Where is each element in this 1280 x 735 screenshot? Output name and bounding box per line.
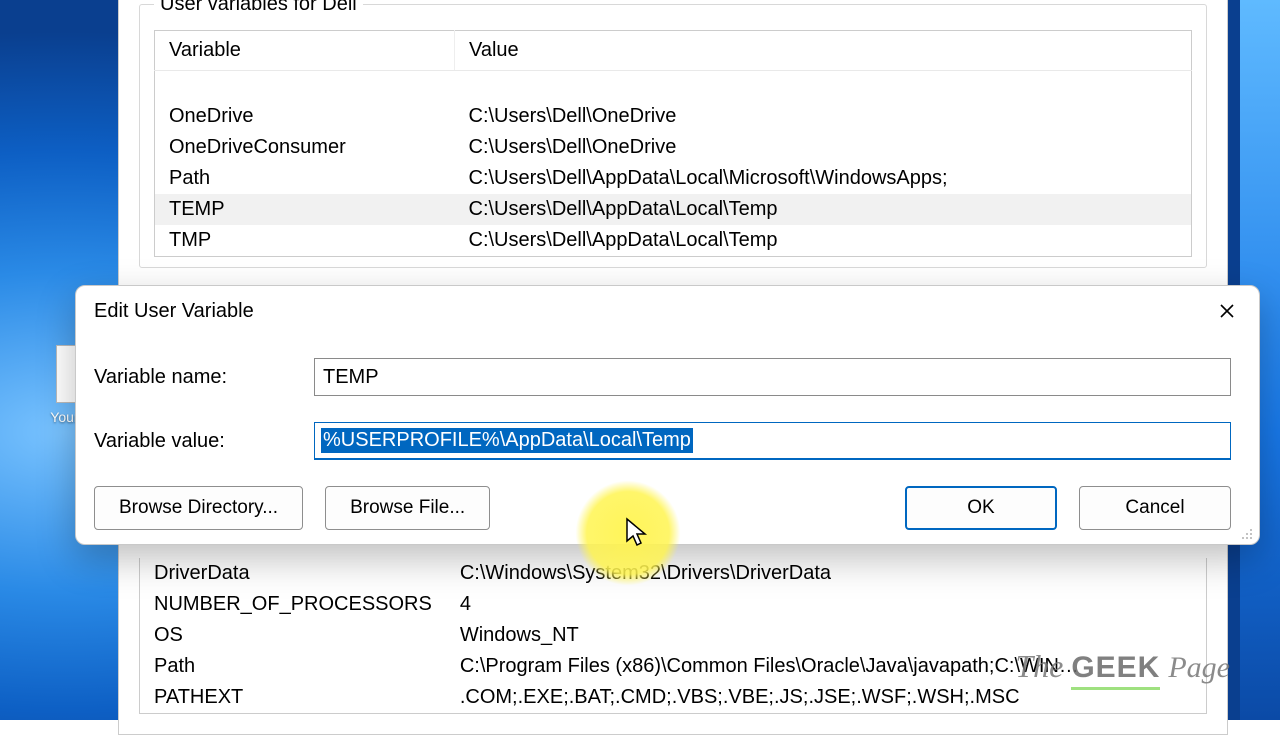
watermark-the: The — [1015, 648, 1063, 685]
table-row[interactable]: PathC:\Users\Dell\AppData\Local\Microsof… — [155, 163, 1192, 194]
table-row[interactable]: DriverDataC:\Windows\System32\Drivers\Dr… — [140, 558, 1207, 589]
edit-user-variable-dialog: Edit User Variable Variable name: Variab… — [75, 285, 1260, 545]
table-row[interactable]: OSWindows_NT — [140, 620, 1207, 651]
selected-value-text: %USERPROFILE%\AppData\Local\Temp — [321, 428, 693, 453]
close-icon — [1219, 303, 1235, 319]
user-variables-legend: User variables for Dell — [154, 0, 363, 16]
table-row[interactable]: OneDriveConsumerC:\Users\Dell\OneDrive — [155, 132, 1192, 163]
browse-directory-button[interactable]: Browse Directory... — [94, 486, 303, 530]
table-row[interactable]: NUMBER_OF_PROCESSORS4 — [140, 589, 1207, 620]
table-row[interactable]: OneDriveC:\Users\Dell\OneDrive — [155, 101, 1192, 132]
column-header-variable[interactable]: Variable — [155, 31, 455, 71]
user-variables-table[interactable]: Variable Value OneDriveC:\Users\Dell\One… — [154, 30, 1192, 257]
variable-name-label: Variable name: — [94, 366, 304, 389]
watermark-page: Page — [1168, 651, 1230, 685]
watermark: The GEEK Page — [1015, 648, 1230, 690]
table-row[interactable]: TEMPC:\Users\Dell\AppData\Local\Temp — [155, 194, 1192, 225]
cancel-button[interactable]: Cancel — [1079, 486, 1231, 530]
system-variables-table[interactable]: DriverDataC:\Windows\System32\Drivers\Dr… — [139, 558, 1207, 714]
user-variables-group: User variables for Dell Variable Value O… — [139, 0, 1207, 268]
close-button[interactable] — [1209, 296, 1245, 326]
dialog-title: Edit User Variable — [94, 300, 254, 323]
variable-value-input[interactable]: %USERPROFILE%\AppData\Local\Temp — [314, 422, 1231, 460]
variable-name-input[interactable] — [314, 358, 1231, 396]
watermark-geek: GEEK — [1071, 651, 1160, 690]
variable-value-label: Variable value: — [94, 430, 304, 453]
browse-file-button[interactable]: Browse File... — [325, 486, 490, 530]
table-row[interactable]: TMPC:\Users\Dell\AppData\Local\Temp — [155, 225, 1192, 257]
resize-grip-icon[interactable] — [1239, 526, 1253, 540]
column-header-value[interactable]: Value — [455, 31, 1192, 71]
ok-button[interactable]: OK — [905, 486, 1057, 530]
